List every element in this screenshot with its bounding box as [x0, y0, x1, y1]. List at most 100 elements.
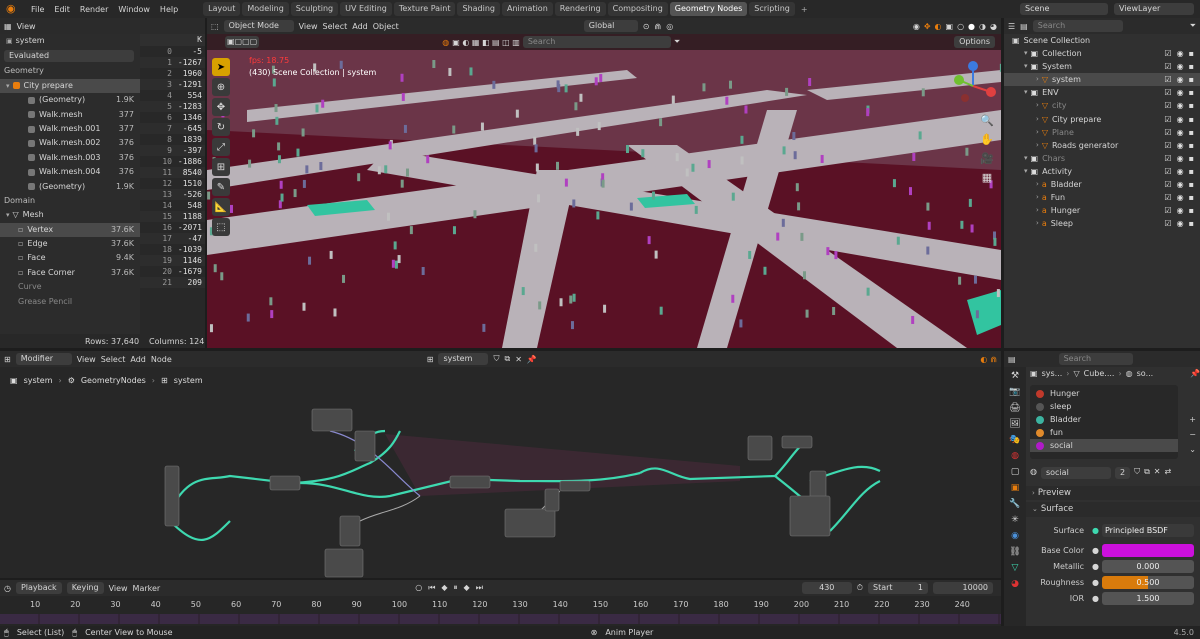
scene-tab-icon[interactable]: 🎭 [1009, 435, 1020, 445]
properties-search-input[interactable]: Search [1058, 353, 1133, 365]
expand-icon[interactable]: ▾ [1024, 47, 1028, 60]
annotate-tool[interactable]: ✎ [212, 178, 230, 196]
geometry-tree-item[interactable]: Walk.mesh.002 376 [0, 136, 140, 150]
expand-icon[interactable]: › [1036, 204, 1039, 217]
checkbox-icon[interactable]: ☑ [1164, 47, 1171, 60]
metallic-slider[interactable]: 0.000 [1101, 560, 1194, 574]
camera-icon[interactable]: ▪ [1189, 152, 1194, 165]
solid-shading-icon[interactable]: ● [968, 22, 975, 31]
workspace-tab-sculpting[interactable]: Sculpting [290, 2, 339, 16]
tool-tab-icon[interactable]: ⚒ [1011, 371, 1019, 381]
preview-panel[interactable]: › Preview [1026, 485, 1200, 501]
node-box[interactable] [504, 508, 556, 538]
outliner-item[interactable]: › ▽ Plane ☑ ◉ ▪ [1004, 126, 1200, 139]
jump-start-icon[interactable]: ⏮ [428, 583, 435, 593]
jump-end-icon[interactable]: ⏭ [476, 583, 483, 593]
start-frame-field[interactable]: Start 1 [868, 582, 928, 594]
cursor-tool[interactable]: ⊕ [212, 78, 230, 96]
expand-icon[interactable]: › [1036, 73, 1039, 86]
editor-type-icon[interactable]: ◷ [4, 584, 11, 593]
node-box[interactable] [789, 495, 831, 537]
material-slot[interactable]: Bladder [1030, 413, 1178, 426]
eye-icon[interactable]: ◉ [1177, 217, 1184, 230]
material-tab-icon[interactable]: ◕ [1011, 579, 1019, 589]
surface-panel[interactable]: ⌄ Surface [1026, 502, 1200, 517]
editor-type-icon[interactable]: ▦ [4, 22, 12, 31]
navigation-gizmo[interactable] [945, 58, 1001, 114]
view-layer-selector[interactable]: ViewLayer [1114, 3, 1194, 15]
node-box[interactable] [339, 515, 361, 547]
outliner-item[interactable]: ▾ ▣ Collection ☑ ◉ ▪ [1004, 47, 1200, 60]
grease-pencil-domain[interactable]: Grease Pencil [0, 295, 140, 309]
filter-icons[interactable]: ▣ ◐ ▦ ◧ ▤ ◫ ▥ [452, 38, 520, 47]
eye-icon[interactable]: ◉ [1177, 139, 1184, 152]
constraints-tab-icon[interactable]: ⛓ [1009, 547, 1020, 557]
physics-tab-icon[interactable]: ◉ [1011, 531, 1019, 541]
pin-icon[interactable]: 📌 [527, 355, 537, 364]
eye-icon[interactable]: ◉ [1177, 126, 1184, 139]
filter-icon[interactable]: ⏷ [674, 37, 680, 47]
outliner-search-input[interactable]: Search [1032, 20, 1123, 32]
mesh-row[interactable]: ▾ ▽ Mesh [0, 208, 140, 222]
surface-shader-field[interactable]: Principled BSDF [1101, 524, 1194, 538]
keying-menu[interactable]: Keying [66, 582, 104, 594]
color-icon[interactable]: ◍ [442, 38, 449, 47]
move-tool[interactable]: ✥ [212, 98, 230, 116]
render-tab-icon[interactable]: 📷 [1009, 387, 1020, 397]
camera-icon[interactable]: ▪ [1189, 126, 1194, 139]
expand-icon[interactable]: ▾ [1024, 86, 1028, 99]
workspace-tab-rendering[interactable]: Rendering [554, 2, 606, 16]
add-workspace-button[interactable]: + [801, 5, 808, 14]
editor-type-icon[interactable]: ⬚ [211, 22, 219, 31]
pivot-icon[interactable]: ⊙ [643, 22, 650, 31]
data-tab-icon[interactable]: ▽ [1012, 563, 1019, 573]
node-graph[interactable] [0, 401, 1001, 578]
zoom-icon[interactable]: 🔍 [977, 114, 997, 127]
menu-edit[interactable]: Edit [49, 5, 75, 14]
snap-toggle-icon[interactable]: ⋒ [990, 355, 997, 364]
scene-selector[interactable]: Scene [1020, 3, 1108, 15]
material-slot[interactable]: fun [1030, 426, 1178, 439]
expand-icon[interactable]: › [1036, 178, 1039, 191]
checkbox-icon[interactable]: ☑ [1164, 191, 1171, 204]
viewport-add-menu[interactable]: Add [352, 22, 368, 31]
close-icon[interactable]: ✕ [515, 355, 522, 364]
node-editor[interactable]: ⊞ Modifier View Select Add Node ⊞ system… [0, 351, 1001, 578]
column-header[interactable]: K [140, 34, 205, 46]
menu-render[interactable]: Render [75, 5, 113, 14]
remove-slot-icon[interactable]: − [1189, 430, 1196, 439]
outliner-item[interactable]: › ▽ Roads generator ☑ ◉ ▪ [1004, 139, 1200, 152]
add-slot-icon[interactable]: + [1189, 415, 1196, 424]
expand-icon[interactable]: ▾ [1024, 152, 1028, 165]
material-slot[interactable]: Hunger [1030, 387, 1178, 400]
expand-icon[interactable]: › [1036, 126, 1039, 139]
camera-icon[interactable]: ▪ [1189, 113, 1194, 126]
filter-icon[interactable]: ⏷ [1190, 21, 1196, 31]
eye-icon[interactable]: ◉ [1177, 60, 1184, 73]
fake-user-icon[interactable]: ⛉ [493, 354, 499, 364]
camera-icon[interactable]: ▪ [1189, 60, 1194, 73]
outliner-item[interactable]: › ▽ system ☑ ◉ ▪ [1004, 73, 1200, 87]
pause-icon[interactable]: ⏸ [454, 583, 458, 593]
rendered-shading-icon[interactable]: ◕ [990, 22, 997, 31]
menu-window[interactable]: Window [113, 5, 155, 14]
camera-icon[interactable]: ▪ [1189, 73, 1194, 86]
workspace-tab-modeling[interactable]: Modeling [242, 2, 289, 16]
add-cube-tool[interactable]: ⬚ [212, 218, 230, 236]
eye-icon[interactable]: ◉ [1177, 113, 1184, 126]
camera-icon[interactable]: ▪ [1189, 99, 1194, 112]
domain-item[interactable]: ▫ Face Corner 37.6K [0, 266, 140, 280]
curve-domain[interactable]: Curve [0, 280, 140, 294]
camera-icon[interactable]: 🎥 [977, 152, 997, 165]
display-mode-icon[interactable]: ▤ [1020, 22, 1028, 31]
viewport-object-menu[interactable]: Object [373, 22, 399, 31]
expand-icon[interactable]: › [1036, 113, 1039, 126]
camera-icon[interactable]: ▪ [1189, 86, 1194, 99]
geometry-tree-item[interactable]: Walk.mesh 377 [0, 108, 140, 122]
material-users-count[interactable]: 2 [1114, 466, 1131, 479]
slot-menu-icon[interactable]: ⌄ [1189, 445, 1196, 454]
end-frame-field[interactable]: 10000 [933, 582, 993, 594]
node-add-menu[interactable]: Add [130, 355, 146, 364]
checkbox-icon[interactable]: ☑ [1164, 126, 1171, 139]
eye-icon[interactable]: ◉ [1177, 73, 1184, 86]
